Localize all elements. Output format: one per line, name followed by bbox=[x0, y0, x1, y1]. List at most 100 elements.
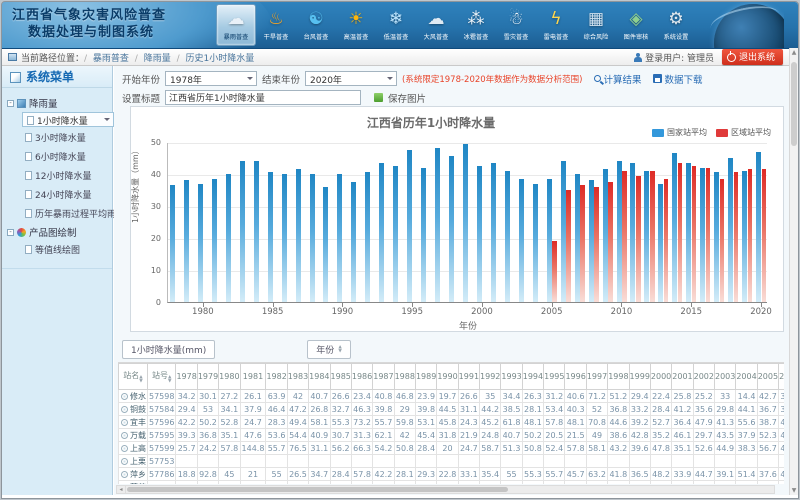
station-name-cell[interactable]: 萍乡 bbox=[119, 468, 148, 481]
toolbar-item-typhoon[interactable]: ☯台风普查 bbox=[296, 4, 336, 46]
station-name-cell[interactable]: 万载 bbox=[119, 429, 148, 442]
bar-national-2014 bbox=[672, 153, 677, 302]
value-cell: 63.2 bbox=[586, 468, 607, 481]
station-expand-icon[interactable] bbox=[121, 458, 128, 465]
value-cell: 58.7 bbox=[480, 442, 501, 455]
toolbar-item-snow-cloud[interactable]: ☃雪灾普查 bbox=[496, 4, 536, 46]
col-year-2001[interactable]: 2001 bbox=[672, 364, 693, 390]
tree-item-3小时降水量[interactable]: 3小时降水量 bbox=[22, 129, 109, 146]
col-year-1998[interactable]: 1998 bbox=[608, 364, 629, 390]
logout-button[interactable]: 退出系统 bbox=[722, 49, 783, 65]
tree-item-1小时降水量[interactable]: 1小时降水量 bbox=[22, 112, 114, 127]
col-year-1980[interactable]: 1980 bbox=[219, 364, 240, 390]
bar-national-1994 bbox=[393, 166, 398, 302]
vertical-scrollbar[interactable]: ▲ ▼ bbox=[789, 48, 798, 495]
col-year-2004[interactable]: 2004 bbox=[736, 364, 757, 390]
tree-item-12小时降水量[interactable]: 12小时降水量 bbox=[22, 167, 109, 184]
end-year-select[interactable]: 2020年 bbox=[305, 71, 397, 86]
scroll-left-arrow[interactable]: ◂ bbox=[117, 486, 126, 493]
col-year-1985[interactable]: 1985 bbox=[330, 364, 351, 390]
toolbar-item-lightning[interactable]: ϟ雷电普查 bbox=[536, 4, 576, 46]
station-expand-icon[interactable] bbox=[121, 406, 128, 413]
col-year-1979[interactable]: 1979 bbox=[197, 364, 218, 390]
station-expand-icon[interactable] bbox=[121, 432, 128, 439]
col-station[interactable]: 站名▲▼ bbox=[119, 364, 148, 390]
station-name-cell[interactable]: 宜丰 bbox=[119, 416, 148, 429]
station-name-cell[interactable]: 修水 bbox=[119, 390, 148, 403]
data-download-button[interactable]: 数据下载 bbox=[653, 72, 703, 86]
chart-title-input[interactable] bbox=[165, 90, 361, 105]
station-expand-icon[interactable] bbox=[121, 471, 128, 478]
tree-item-24小时降水量[interactable]: 24小时降水量 bbox=[22, 186, 109, 203]
station-name-cell[interactable]: 上高 bbox=[119, 442, 148, 455]
station-name-cell[interactable]: 莲花 bbox=[119, 481, 148, 485]
year-sort-control[interactable]: 年份▲▼ bbox=[307, 340, 350, 359]
breadcrumb-segment[interactable]: 暴雨普查 bbox=[93, 54, 129, 64]
toolbar-item-wind-cloud[interactable]: ☁大风普查 bbox=[416, 4, 456, 46]
scroll-up-arrow[interactable]: ▲ bbox=[790, 48, 798, 57]
vertical-scroll-thumb[interactable] bbox=[791, 62, 797, 146]
calc-result-button[interactable]: 计算结果 bbox=[594, 72, 642, 86]
col-year-1986[interactable]: 1986 bbox=[351, 364, 372, 390]
col-year-1992[interactable]: 1992 bbox=[480, 364, 501, 390]
start-year-select[interactable]: 1978年 bbox=[165, 71, 257, 86]
col-year-1984[interactable]: 1984 bbox=[309, 364, 330, 390]
station-name-cell[interactable]: 铜鼓 bbox=[119, 403, 148, 416]
bar-national-2005 bbox=[547, 179, 552, 302]
col-year-1989[interactable]: 1989 bbox=[415, 364, 436, 390]
station-table-wrapper[interactable]: 站名▲▼站号▲▼19781979198019811982198319841985… bbox=[118, 362, 784, 484]
legend-item[interactable]: 区域站平均 bbox=[716, 127, 771, 138]
station-expand-icon[interactable] bbox=[121, 484, 128, 485]
tree-group-0[interactable]: -降雨量 bbox=[7, 96, 109, 110]
tree-item-等值线绘图[interactable]: 等值线绘图 bbox=[22, 241, 109, 258]
col-id[interactable]: 站号▲▼ bbox=[148, 364, 176, 390]
toolbar-item-hail-cloud[interactable]: ⁂冰雹普查 bbox=[456, 4, 496, 46]
station-name-cell[interactable]: 上栗 bbox=[119, 455, 148, 468]
tree-group-1[interactable]: -产品图绘制 bbox=[7, 225, 109, 239]
toolbar-item-sun-thermometer[interactable]: ☀高温普查 bbox=[336, 4, 376, 46]
toolbar-item-storm-cloud[interactable]: ☁暴雨普查 bbox=[216, 4, 256, 46]
breadcrumb-segment[interactable]: 历史1小时降水量 bbox=[185, 54, 254, 64]
value-cell: 28.1 bbox=[522, 403, 543, 416]
expand-icon[interactable]: - bbox=[7, 229, 14, 236]
legend-item[interactable]: 国家站平均 bbox=[652, 127, 707, 138]
col-year-1982[interactable]: 1982 bbox=[266, 364, 287, 390]
col-year-1993[interactable]: 1993 bbox=[501, 364, 522, 390]
col-year-1987[interactable]: 1987 bbox=[373, 364, 394, 390]
station-expand-icon[interactable] bbox=[121, 393, 128, 400]
col-year-1990[interactable]: 1990 bbox=[437, 364, 458, 390]
col-year-1996[interactable]: 1996 bbox=[565, 364, 586, 390]
station-id-cell: 57789 bbox=[148, 481, 176, 485]
col-year-1995[interactable]: 1995 bbox=[544, 364, 565, 390]
col-year-1988[interactable]: 1988 bbox=[394, 364, 415, 390]
horizontal-scroll-thumb[interactable] bbox=[127, 487, 508, 492]
station-expand-icon[interactable] bbox=[121, 445, 128, 452]
col-year-1978[interactable]: 1978 bbox=[176, 364, 197, 390]
col-year-1981[interactable]: 1981 bbox=[240, 364, 266, 390]
col-year-2002[interactable]: 2002 bbox=[693, 364, 714, 390]
toolbar-item-snowflake-thermometer[interactable]: ❄低温普查 bbox=[376, 4, 416, 46]
chart-panel: 江西省历年1小时降水量 国家站平均区域站平均 1小时降水量（mm） 198019… bbox=[130, 106, 784, 332]
station-expand-icon[interactable] bbox=[121, 419, 128, 426]
scroll-down-arrow[interactable]: ▼ bbox=[790, 486, 798, 495]
breadcrumb-segment[interactable]: 降雨量 bbox=[144, 54, 171, 64]
col-year-1983[interactable]: 1983 bbox=[287, 364, 308, 390]
col-year-2000[interactable]: 2000 bbox=[650, 364, 671, 390]
save-image-button[interactable]: 保存图片 bbox=[388, 91, 426, 105]
col-year-1994[interactable]: 1994 bbox=[522, 364, 543, 390]
toolbar-item-map[interactable]: ◈图件审核 bbox=[616, 4, 656, 46]
col-year-1991[interactable]: 1991 bbox=[458, 364, 479, 390]
toolbar-item-heat-waves[interactable]: ♨干旱普查 bbox=[256, 4, 296, 46]
toolbar-item-calculator[interactable]: ▦综合风险 bbox=[576, 4, 616, 46]
col-year-2005[interactable]: 2005 bbox=[757, 364, 778, 390]
col-year-1999[interactable]: 1999 bbox=[629, 364, 650, 390]
col-year-2006[interactable]: 2006 bbox=[779, 364, 784, 390]
col-year-1997[interactable]: 1997 bbox=[586, 364, 607, 390]
expand-icon[interactable]: - bbox=[7, 100, 14, 107]
toolbar-item-wrench[interactable]: ⚙系统设置 bbox=[656, 4, 696, 46]
table-row: 莲花5778922.436.236.937.146.541.923.630.23… bbox=[119, 481, 785, 485]
tree-item-6小时降水量[interactable]: 6小时降水量 bbox=[22, 148, 109, 165]
tree-item-历年暴雨过程平均雨量[interactable]: 历年暴雨过程平均雨量 bbox=[22, 205, 109, 222]
horizontal-scrollbar[interactable]: ◂ bbox=[116, 485, 775, 494]
col-year-2003[interactable]: 2003 bbox=[714, 364, 735, 390]
